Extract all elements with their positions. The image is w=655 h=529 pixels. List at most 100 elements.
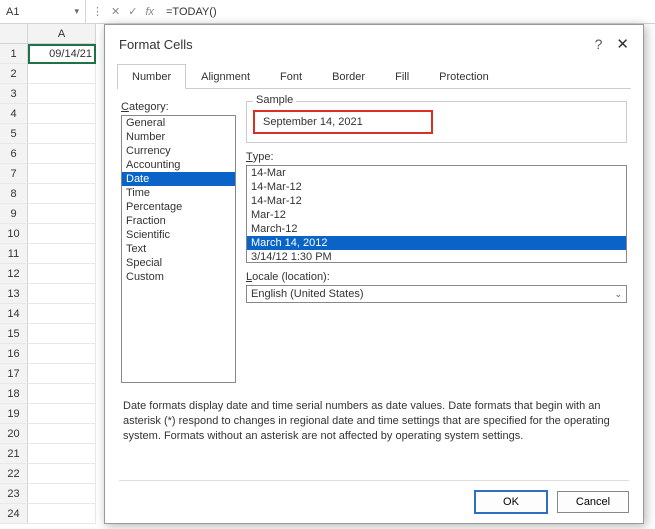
cell[interactable]	[28, 64, 96, 84]
row-header[interactable]: 14	[0, 304, 28, 324]
cell[interactable]	[28, 184, 96, 204]
category-item[interactable]: Fraction	[122, 214, 235, 228]
row-header[interactable]: 3	[0, 84, 28, 104]
cell[interactable]	[28, 364, 96, 384]
row-header[interactable]: 10	[0, 224, 28, 244]
tab-number[interactable]: Number	[117, 64, 186, 89]
row-header[interactable]: 2	[0, 64, 28, 84]
cell[interactable]	[28, 124, 96, 144]
row-header[interactable]: 11	[0, 244, 28, 264]
type-item[interactable]: 14-Mar-12	[247, 194, 626, 208]
confirm-icon[interactable]: ✓	[128, 5, 137, 18]
type-item[interactable]: 14-Mar	[247, 166, 626, 180]
row-header[interactable]: 12	[0, 264, 28, 284]
cell[interactable]	[28, 144, 96, 164]
row-header[interactable]: 23	[0, 484, 28, 504]
formula-bar-controls: ⋮ ✕ ✓ fx	[86, 5, 160, 18]
cell[interactable]	[28, 404, 96, 424]
row-header[interactable]: 5	[0, 124, 28, 144]
dialog-titlebar[interactable]: Format Cells ? ✕	[105, 25, 643, 59]
ok-button[interactable]: OK	[475, 491, 547, 513]
name-box-value: A1	[6, 6, 74, 18]
category-item[interactable]: Scientific	[122, 228, 235, 242]
category-item[interactable]: Accounting	[122, 158, 235, 172]
tab-font[interactable]: Font	[265, 64, 317, 89]
row-header[interactable]: 17	[0, 364, 28, 384]
row-header[interactable]: 1	[0, 44, 28, 64]
name-box[interactable]: A1 ▾	[0, 0, 86, 23]
row-header[interactable]: 4	[0, 104, 28, 124]
category-item[interactable]: General	[122, 116, 235, 130]
chevron-down-icon[interactable]: ▾	[74, 6, 79, 17]
row-header[interactable]: 19	[0, 404, 28, 424]
cell[interactable]	[28, 84, 96, 104]
dialog-buttons: OK Cancel	[119, 480, 629, 513]
formula-input[interactable]: =TODAY()	[160, 6, 217, 18]
category-item[interactable]: Text	[122, 242, 235, 256]
chevron-down-icon: ⌄	[614, 289, 622, 300]
row-header[interactable]: 6	[0, 144, 28, 164]
cell[interactable]	[28, 164, 96, 184]
row-header[interactable]: 7	[0, 164, 28, 184]
format-cells-dialog: Format Cells ? ✕ Number Alignment Font B…	[104, 24, 644, 524]
row-header[interactable]: 13	[0, 284, 28, 304]
sample-value: September 14, 2021	[253, 110, 433, 134]
cell[interactable]	[28, 464, 96, 484]
type-label: Type:	[246, 151, 627, 163]
cell[interactable]	[28, 264, 96, 284]
tab-alignment[interactable]: Alignment	[186, 64, 265, 89]
category-item[interactable]: Time	[122, 186, 235, 200]
column-header-a[interactable]: A	[28, 24, 96, 44]
category-item[interactable]: Percentage	[122, 200, 235, 214]
cell[interactable]	[28, 424, 96, 444]
type-item[interactable]: March 14, 2012	[247, 236, 626, 250]
cell[interactable]	[28, 344, 96, 364]
category-item[interactable]: Number	[122, 130, 235, 144]
type-item[interactable]: Mar-12	[247, 208, 626, 222]
tab-protection[interactable]: Protection	[424, 64, 504, 89]
cell[interactable]	[28, 444, 96, 464]
cell[interactable]	[28, 284, 96, 304]
help-icon[interactable]: ?	[595, 36, 603, 52]
type-item[interactable]: March-12	[247, 222, 626, 236]
type-item[interactable]: 3/14/12 1:30 PM	[247, 250, 626, 263]
row-header[interactable]: 20	[0, 424, 28, 444]
cell[interactable]	[28, 324, 96, 344]
cell[interactable]	[28, 484, 96, 504]
type-item[interactable]: 14-Mar-12	[247, 180, 626, 194]
locale-value: English (United States)	[251, 288, 364, 300]
category-item[interactable]: Custom	[122, 270, 235, 284]
select-all-corner[interactable]	[0, 24, 28, 44]
category-item[interactable]: Special	[122, 256, 235, 270]
category-item[interactable]: Currency	[122, 144, 235, 158]
formula-bar: A1 ▾ ⋮ ✕ ✓ fx =TODAY()	[0, 0, 655, 24]
sample-group: Sample September 14, 2021	[246, 101, 627, 143]
cell[interactable]	[28, 384, 96, 404]
cell[interactable]	[28, 244, 96, 264]
hdots-icon: ⋮	[92, 5, 103, 18]
cell[interactable]: 09/14/21	[28, 44, 96, 64]
cancel-button[interactable]: Cancel	[557, 491, 629, 513]
category-item[interactable]: Date	[122, 172, 235, 186]
cell[interactable]	[28, 304, 96, 324]
row-header[interactable]: 9	[0, 204, 28, 224]
type-list[interactable]: 14-Mar14-Mar-1214-Mar-12Mar-12March-12Ma…	[246, 165, 627, 263]
tab-fill[interactable]: Fill	[380, 64, 424, 89]
row-header[interactable]: 8	[0, 184, 28, 204]
cell[interactable]	[28, 504, 96, 524]
close-icon[interactable]: ✕	[616, 35, 629, 53]
row-header[interactable]: 15	[0, 324, 28, 344]
row-header[interactable]: 18	[0, 384, 28, 404]
fx-icon[interactable]: fx	[145, 6, 154, 18]
row-header[interactable]: 22	[0, 464, 28, 484]
row-header[interactable]: 21	[0, 444, 28, 464]
cell[interactable]	[28, 104, 96, 124]
row-header[interactable]: 16	[0, 344, 28, 364]
cell[interactable]	[28, 204, 96, 224]
tab-border[interactable]: Border	[317, 64, 380, 89]
row-header[interactable]: 24	[0, 504, 28, 524]
locale-select[interactable]: English (United States) ⌄	[246, 285, 627, 303]
cell[interactable]	[28, 224, 96, 244]
category-list[interactable]: GeneralNumberCurrencyAccountingDateTimeP…	[121, 115, 236, 383]
cancel-icon[interactable]: ✕	[111, 5, 120, 18]
